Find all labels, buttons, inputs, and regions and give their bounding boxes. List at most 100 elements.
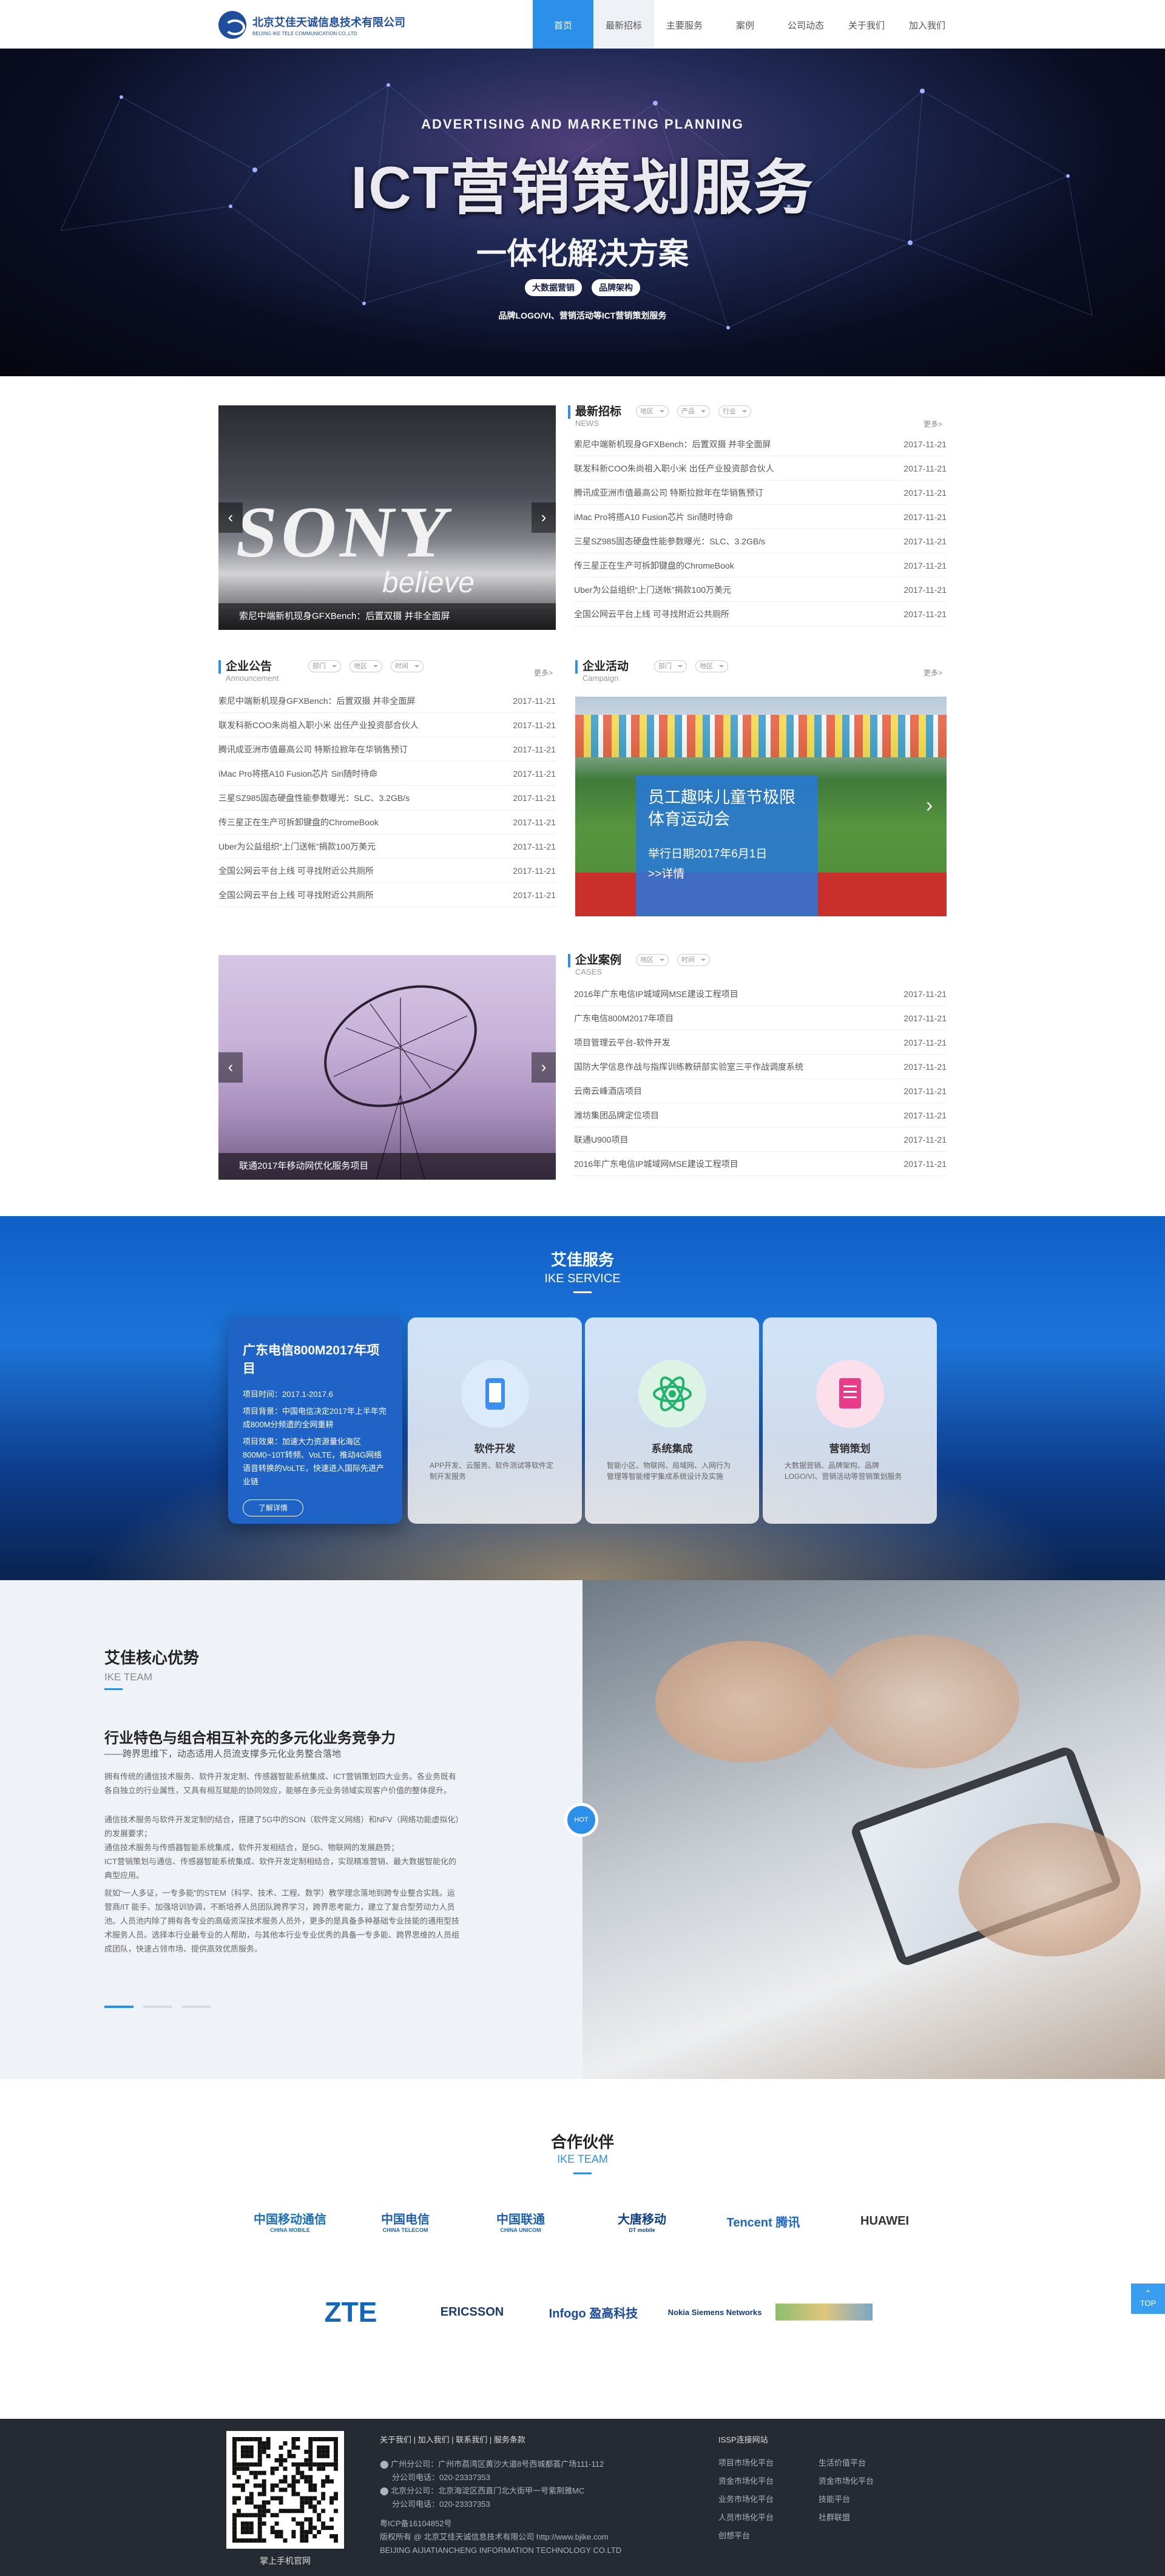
featured-project-card[interactable]: 广东电信800M2017年项目 项目时间：2017.1-2017.6 项目背景：… — [228, 1317, 402, 1524]
list-item[interactable]: 2016年广东电信IP城域网MSE建设工程项目 2017-11-21 — [574, 1152, 947, 1176]
nav-join[interactable]: 加入我们 — [897, 0, 957, 49]
slider-prev-button[interactable]: ‹ — [218, 1052, 243, 1083]
campaign-more-link[interactable]: 更多> — [924, 668, 942, 678]
nav-about[interactable]: 关于我们 — [836, 0, 897, 49]
campaign-event-link[interactable]: >>详情 — [648, 865, 806, 881]
list-item[interactable]: 联通U900项目 2017-11-21 — [574, 1127, 947, 1152]
carousel-dot[interactable] — [104, 2006, 133, 2008]
partner-logo[interactable] — [769, 2294, 879, 2330]
slider-caption[interactable]: 索尼中端新机现身GFXBench：后置双摄 并非全面屏 — [218, 603, 556, 630]
campaign-slider[interactable]: 员工趣味儿童节极限体育运动会 举行日期2017年6月1日 >>详情 › — [575, 697, 947, 916]
main-nav: 首页 最新招标 主要服务 案例 公司动态 关于我们 加入我们 — [533, 0, 957, 49]
partner-logo[interactable]: Tencent 腾讯 — [709, 2203, 818, 2239]
list-item[interactable]: iMac Pro将搭A10 Fusion芯片 Siri随时待命 2017-11-2… — [574, 505, 947, 529]
hero-solution: 一体化解决方案 — [476, 237, 689, 271]
slider-prev-button[interactable]: ‹ — [218, 502, 243, 533]
issp-link[interactable]: 创想平台 — [718, 2529, 819, 2543]
list-item[interactable]: 传三星正在生产可拆卸键盘的ChromeBook 2017-11-21 — [574, 553, 947, 578]
issp-link[interactable]: 资金市场化平台 — [819, 2475, 919, 2488]
service-title: 软件开发 — [474, 1443, 516, 1455]
partner-logo[interactable]: 中国电信 CHINA TELECOM — [351, 2203, 460, 2239]
slider-caption[interactable]: 联通2017年移动网优化服务项目 — [218, 1153, 556, 1180]
news-slider[interactable]: SONY believe ‹ › 索尼中端新机现身GFXBench：后置双摄 并… — [218, 405, 556, 630]
announce-more-link[interactable]: 更多> — [534, 668, 553, 678]
filter-region[interactable]: 地区 — [350, 660, 382, 672]
filter-department[interactable]: 部门 — [654, 660, 687, 672]
list-item[interactable]: 索尼中端新机现身GFXBench：后置双摄 并非全面屏 2017-11-21 — [218, 689, 556, 713]
list-item[interactable]: 索尼中端新机现身GFXBench：后置双摄 并非全面屏 2017-11-21 — [574, 432, 947, 456]
filter-region[interactable]: 地区 — [636, 954, 669, 966]
partner-logo[interactable]: Nokia Siemens Networks — [660, 2294, 769, 2330]
issp-link[interactable]: 人员市场化平台 — [718, 2511, 819, 2524]
campaign-next-icon[interactable]: › — [926, 794, 933, 817]
bidding-more-link[interactable]: 更多> — [924, 419, 942, 429]
list-item[interactable]: Uber为公益组织“上门送帐”捐款100万美元 2017-11-21 — [218, 834, 556, 859]
list-item[interactable]: 国防大学信息作战与指挥训练教研部实验室三平作战调度系统 2017-11-21 — [574, 1055, 947, 1079]
footer-link-join[interactable]: 加入我们 — [418, 2435, 450, 2444]
list-item[interactable]: 传三星正在生产可拆卸键盘的ChromeBook 2017-11-21 — [218, 810, 556, 834]
nav-services[interactable]: 主要服务 — [654, 0, 715, 49]
list-item[interactable]: 云南云峰酒店项目 2017-11-21 — [574, 1079, 947, 1103]
list-item[interactable]: 全国公网云平台上线 可寻找附近公共厕所 2017-11-21 — [218, 859, 556, 883]
list-item[interactable]: 2016年广东电信IP城域网MSE建设工程项目 2017-11-21 — [574, 982, 947, 1006]
list-item[interactable]: 潍坊集团品牌定位项目 2017-11-21 — [574, 1103, 947, 1127]
service-card-software[interactable]: 软件开发 APP开发、云服务、软件测试等软件定制开发服务 — [408, 1317, 582, 1524]
item-date: 2017-11-21 — [903, 487, 947, 498]
filter-time[interactable]: 时间 — [391, 660, 424, 672]
nav-home[interactable]: 首页 — [533, 0, 593, 49]
partner-logo[interactable]: HUAWEI — [830, 2203, 939, 2239]
partner-logo[interactable]: 大唐移动 DT mobile — [587, 2203, 697, 2239]
item-date: 2017-11-21 — [513, 793, 556, 803]
nav-cases[interactable]: 案例 — [715, 0, 775, 49]
issp-link[interactable]: 生活价值平台 — [819, 2456, 919, 2470]
filter-department[interactable]: 部门 — [308, 660, 341, 672]
list-item[interactable]: 全国公网云平台上线 可寻找附近公共厕所 2017-11-21 — [218, 883, 556, 907]
filter-product[interactable]: 产品 — [677, 405, 710, 418]
issp-link[interactable]: 资金市场化平台 — [718, 2475, 819, 2488]
item-title: 潍坊集团品牌定位项目 — [574, 1110, 659, 1120]
partner-logo[interactable]: ZTE — [296, 2294, 405, 2330]
partner-logo[interactable]: 中国移动通信 CHINA MOBILE — [235, 2203, 345, 2239]
carousel-dot[interactable] — [182, 2006, 211, 2008]
list-item[interactable]: 联发科新COO朱尚祖入职小米 出任产业投资部合伙人 2017-11-21 — [574, 456, 947, 481]
issp-link[interactable]: 业务市场化平台 — [718, 2493, 819, 2506]
case-slider[interactable]: ‹ › 联通2017年移动网优化服务项目 — [218, 955, 556, 1180]
issp-link[interactable]: 项目市场化平台 — [718, 2456, 819, 2470]
partner-logo[interactable]: ERICSSON — [417, 2294, 527, 2330]
slider-next-button[interactable]: › — [532, 1052, 556, 1083]
service-card-marketing[interactable]: 营销策划 大数据营销、品牌架构、品牌LOGO/VI、营销活动等营销策划服务 — [763, 1317, 937, 1524]
hero-banner[interactable]: ADVERTISING AND MARKETING PLANNING ICT营销… — [0, 49, 1165, 376]
slider-next-button[interactable]: › — [532, 502, 556, 533]
list-item[interactable]: 广东电信800M2017年项目 2017-11-21 — [574, 1006, 947, 1030]
list-item[interactable]: 联发科新COO朱尚祖入职小米 出任产业投资部合伙人 2017-11-21 — [218, 713, 556, 737]
featured-detail-button[interactable]: 了解详情 — [243, 1499, 303, 1516]
logo[interactable]: 北京艾佳天诚信息技术有限公司 BEIJING IKE TELE COMMUNIC… — [218, 11, 405, 39]
list-item[interactable]: 三星SZ985固态硬盘性能参数曝光：SLC、3.2GB/s 2017-11-21 — [574, 529, 947, 553]
nav-news[interactable]: 公司动态 — [775, 0, 836, 49]
list-item[interactable]: 三星SZ985固态硬盘性能参数曝光：SLC、3.2GB/s 2017-11-21 — [218, 786, 556, 810]
partner-logo[interactable]: 中国联通 CHINA UNICOM — [466, 2203, 575, 2239]
filter-time[interactable]: 时间 — [677, 954, 710, 966]
list-item[interactable]: iMac Pro将搭A10 Fusion芯片 Siri随时待命 2017-11-2… — [218, 762, 556, 786]
item-title: 广东电信800M2017年项目 — [574, 1013, 674, 1023]
list-item[interactable]: 全国公网云平台上线 可寻找附近公共厕所 2017-11-21 — [574, 602, 947, 626]
back-to-top-button[interactable]: ⌃ TOP — [1131, 2284, 1165, 2314]
partner-logo[interactable]: Infogo 盈高科技 — [539, 2294, 648, 2330]
list-item[interactable]: 腾讯成亚洲市值最高公司 特斯拉掀年在华销售预订 2017-11-21 — [574, 481, 947, 505]
filter-industry[interactable]: 行业 — [718, 405, 751, 418]
issp-link[interactable]: 社群联盟 — [819, 2511, 919, 2524]
service-card-integration[interactable]: 系统集成 智能小区、物联网、局域网、入网行为管理等智能楼宇集成系统设计及实施 — [585, 1317, 759, 1524]
list-item[interactable]: Uber为公益组织“上门送帐”捐款100万美元 2017-11-21 — [574, 578, 947, 602]
issp-link[interactable]: 技能平台 — [819, 2493, 919, 2506]
list-item[interactable]: 腾讯成亚洲市值最高公司 特斯拉掀年在华销售预订 2017-11-21 — [218, 737, 556, 762]
filter-region[interactable]: 地区 — [695, 660, 728, 672]
carousel-dot[interactable] — [143, 2006, 172, 2008]
footer-link-contact[interactable]: 联系我们 — [456, 2435, 487, 2444]
nav-bidding[interactable]: 最新招标 — [593, 0, 654, 49]
filter-region[interactable]: 地区 — [636, 405, 669, 418]
campaign-overlay[interactable]: 员工趣味儿童节极限体育运动会 举行日期2017年6月1日 >>详情 — [636, 776, 818, 916]
list-item[interactable]: 项目管理云平台-软件开发 2017-11-21 — [574, 1030, 947, 1055]
footer-link-terms[interactable]: 服务条款 — [494, 2435, 525, 2444]
bidding-list: 索尼中端新机现身GFXBench：后置双摄 并非全面屏 2017-11-21 联发科… — [574, 432, 947, 626]
footer-link-about[interactable]: 关于我们 — [380, 2435, 411, 2444]
